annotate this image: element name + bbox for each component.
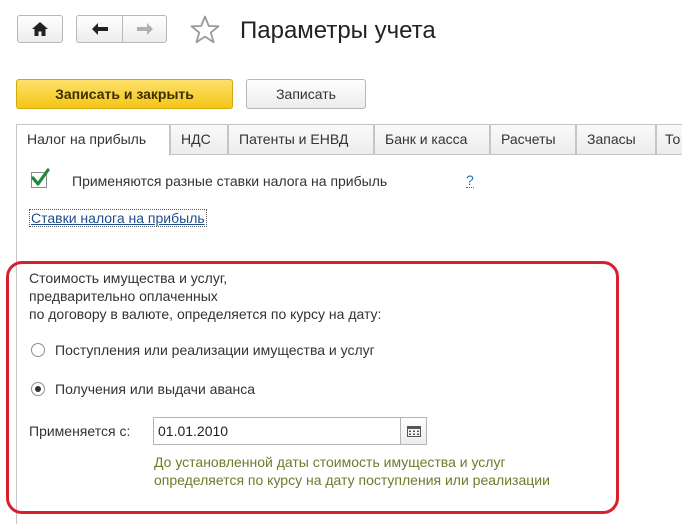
date-note-line-2: определяется по курсу на дату поступлени… xyxy=(154,472,550,488)
currency-description-line-2: предварительно оплаченных xyxy=(29,288,218,304)
forward-button[interactable] xyxy=(122,15,167,43)
tax-rates-link[interactable]: Ставки налога на прибыль xyxy=(29,209,207,227)
different-rates-checkbox[interactable] xyxy=(31,168,50,188)
page-title: Параметры учета xyxy=(240,17,436,44)
home-icon xyxy=(32,22,48,36)
tab-bar: Налог на прибыль НДС Патенты и ЕНВД Банк… xyxy=(16,124,682,156)
applies-from-label: Применяется с: xyxy=(29,423,131,439)
save-and-close-button[interactable]: Записать и закрыть xyxy=(16,79,233,109)
currency-description-line-3: по договору в валюте, определяется по ку… xyxy=(29,306,382,322)
checkmark-icon xyxy=(31,168,50,186)
tab-patents-envd[interactable]: Патенты и ЕНВД xyxy=(228,124,374,155)
radio-selected-dot xyxy=(35,386,41,392)
calendar-icon xyxy=(407,426,421,437)
home-button[interactable] xyxy=(17,15,63,43)
radio-receipt-or-sale[interactable] xyxy=(31,343,45,357)
save-button[interactable]: Записать xyxy=(246,79,366,109)
tab-profit-tax[interactable]: Налог на прибыль xyxy=(16,124,170,156)
radio-advance-label[interactable]: Получения или выдачи аванса xyxy=(55,381,255,397)
tab-bank-cash[interactable]: Банк и касса xyxy=(374,124,490,155)
tab-divider xyxy=(170,154,682,155)
calendar-button[interactable] xyxy=(401,417,427,445)
back-button[interactable] xyxy=(76,15,122,43)
arrow-left-icon xyxy=(91,23,108,35)
star-icon[interactable] xyxy=(190,15,220,44)
arrow-right-icon xyxy=(136,23,153,35)
tab-settlements[interactable]: Расчеты xyxy=(490,124,576,155)
date-note-line-1: До установленной даты стоимость имуществ… xyxy=(154,454,506,470)
currency-description-line-1: Стоимость имущества и услуг, xyxy=(29,270,228,286)
radio-receipt-or-sale-label[interactable]: Поступления или реализации имущества и у… xyxy=(55,342,375,358)
tab-vat[interactable]: НДС xyxy=(170,124,228,155)
tab-inventory[interactable]: Запасы xyxy=(576,124,656,155)
applies-from-date-input[interactable]: 01.01.2010 xyxy=(153,417,401,445)
radio-advance[interactable] xyxy=(31,382,45,396)
different-rates-label[interactable]: Применяются разные ставки налога на приб… xyxy=(72,173,387,189)
help-link[interactable]: ? xyxy=(466,173,474,188)
tab-more[interactable]: То xyxy=(656,124,682,155)
